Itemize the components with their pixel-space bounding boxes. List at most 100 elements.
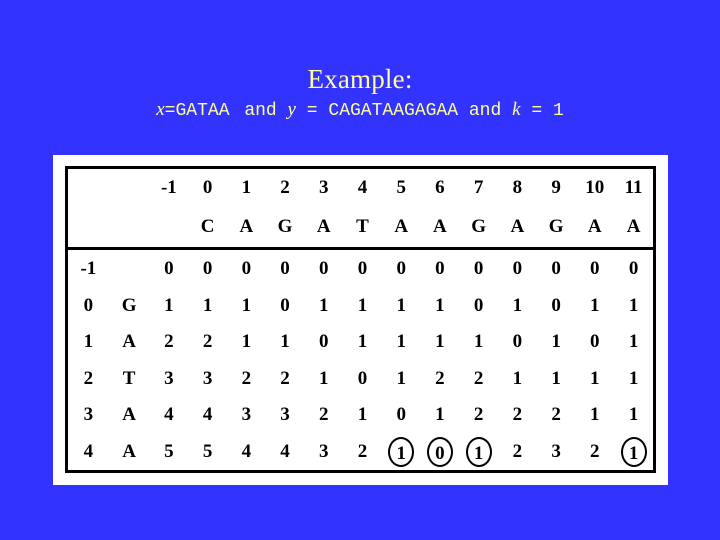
dp-cell: 1	[628, 294, 639, 316]
dp-cell: 2	[202, 331, 213, 353]
dp-cell: 0	[551, 294, 561, 316]
corner-cell-blank-3	[68, 205, 109, 251]
table-row: 3 A 4 4 3 3 2 1 0 1 2 2 2 1 1	[68, 397, 653, 434]
column-index-cell: 5	[396, 176, 406, 198]
circle-marker: 1	[620, 436, 647, 467]
column-index-cell: 1	[241, 176, 252, 198]
dp-cell: 1	[357, 294, 368, 316]
dp-cell: 1	[590, 294, 600, 316]
dp-cell: 1	[590, 404, 600, 426]
dp-cell: 0	[202, 257, 213, 279]
dp-cell: 2	[435, 367, 445, 389]
dp-cell: 1	[396, 294, 406, 316]
dp-cell: 0	[512, 331, 523, 353]
corner-cell-blank-1	[68, 169, 109, 206]
column-index-cell: 9	[551, 176, 561, 198]
dp-cell: 2	[512, 404, 523, 426]
table-panel: -1 0 1 2 3 4 5 6 7 8 9 10 11 C A G A T A A G A G A A -1 0 0 0 0 0 0 0 0 0 0…	[53, 155, 668, 485]
dp-cell: 1	[319, 367, 329, 389]
dp-cell: 4	[280, 441, 290, 463]
dp-cell: 0	[590, 257, 600, 279]
column-index-cell: -1	[160, 176, 177, 198]
dp-cell: 0	[551, 257, 561, 279]
dp-matrix-container: -1 0 1 2 3 4 5 6 7 8 9 10 11 C A G A T A A G A G A A -1 0 0 0 0 0 0 0 0 0 0…	[65, 166, 656, 473]
y-equals: =	[306, 101, 318, 121]
slide: Example: x=GATAA and y = CAGATAAGAGAA an…	[0, 0, 720, 540]
x-sequence: GATAA	[175, 101, 230, 121]
y-sequence: CAGATAAGAGAA	[328, 101, 459, 121]
dp-cell: 5	[202, 441, 213, 463]
row-index-cell: -1	[80, 257, 97, 279]
column-char-cell: T	[343, 205, 382, 251]
column-index-cell: 3	[319, 176, 329, 198]
dp-cell: 1	[396, 331, 406, 353]
dp-cell: 2	[473, 367, 484, 389]
dp-cell: 0	[164, 257, 174, 279]
dp-cell: 2	[473, 404, 484, 426]
column-char-cell	[149, 205, 189, 251]
dp-cell: 1	[357, 331, 368, 353]
dp-cell: 1	[280, 331, 290, 353]
dp-cell: 1	[435, 404, 445, 426]
dp-cell: 0	[473, 294, 484, 316]
column-index-cell: 2	[280, 176, 290, 198]
dp-cell: 2	[512, 441, 523, 463]
dp-cell: 3	[202, 367, 213, 389]
y-variable: y	[287, 99, 296, 120]
dp-cell-highlighted: 1	[614, 433, 653, 470]
dp-cell: 4	[164, 404, 174, 426]
dp-cell: 4	[241, 441, 252, 463]
dp-cell: 0	[628, 257, 639, 279]
dp-cell: 0	[319, 257, 329, 279]
dp-cell: 0	[357, 367, 368, 389]
dp-cell: 2	[551, 404, 561, 426]
column-char-cell: A	[498, 205, 537, 251]
conjunction-1: and	[244, 101, 277, 121]
dp-cell: 5	[164, 441, 174, 463]
column-char-cell: A	[575, 205, 615, 251]
dp-cell: 4	[202, 404, 213, 426]
dp-cell-highlighted: 1	[382, 433, 421, 470]
table-row: 2 T 3 3 2 2 1 0 1 2 2 1 1 1 1	[68, 360, 653, 397]
column-char-cell: A	[381, 205, 421, 251]
row-index-cell: 1	[83, 331, 94, 353]
conjunction-2: and	[468, 101, 502, 121]
dp-cell: 0	[357, 257, 368, 279]
column-char-row: CAGATAAGAGAA	[68, 205, 653, 251]
slide-title: Example:	[307, 64, 413, 94]
circle-marker: 1	[465, 436, 492, 467]
row-char-cell: A	[122, 404, 137, 426]
dp-cell: 0	[280, 257, 290, 279]
column-char-cell: A	[420, 205, 460, 251]
dp-cell: 1	[435, 294, 445, 316]
dp-cell: 0	[473, 257, 484, 279]
row-char-cell: A	[122, 331, 137, 353]
row-index-cell: 3	[83, 404, 94, 426]
dp-cell: 2	[280, 367, 290, 389]
k-value: 1	[552, 101, 564, 121]
dp-cell-highlighted: 0	[421, 433, 460, 470]
dp-cell: 1	[590, 367, 600, 389]
dp-cell: 3	[551, 441, 561, 463]
dp-cell: 2	[241, 367, 252, 389]
column-char-cell: A	[614, 205, 653, 251]
table-row: 4A5544321012321	[68, 433, 653, 470]
circle-marker: 1	[388, 436, 415, 467]
dp-cell: 1	[241, 294, 252, 316]
column-char-cell: A	[304, 205, 344, 251]
dp-cell: 1	[435, 331, 445, 353]
row-index-cell: 0	[83, 294, 94, 316]
dp-cell: 0	[396, 404, 406, 426]
dp-cell: 1	[628, 331, 639, 353]
dp-cell: 1	[512, 294, 523, 316]
column-index-cell: 8	[512, 176, 523, 198]
dp-cell: 1	[202, 294, 213, 316]
row-char-cell: G	[121, 294, 137, 316]
dp-cell: 1	[241, 331, 252, 353]
dp-cell: 2	[164, 331, 174, 353]
column-char-cell: C	[188, 205, 227, 251]
column-index-cell: 0	[202, 176, 213, 198]
dp-matrix-table: -1 0 1 2 3 4 5 6 7 8 9 10 11 C A G A T A A G A G A A -1 0 0 0 0 0 0 0 0 0 0…	[68, 169, 653, 470]
dp-cell: 3	[164, 367, 174, 389]
dp-cell: 1	[628, 404, 639, 426]
